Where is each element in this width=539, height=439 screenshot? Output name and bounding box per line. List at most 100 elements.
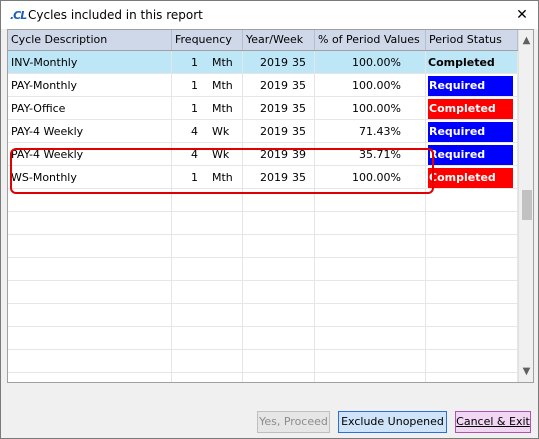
year-week-cell (243, 327, 315, 350)
header-cycle-description[interactable]: Cycle Description (8, 30, 172, 50)
year-value: 2019 (260, 171, 288, 184)
table-row[interactable]: WS-Monthly 1 Mth 2019 35 100.00% Completed (8, 166, 518, 189)
vertical-scrollbar[interactable]: ▲ ▼ (518, 30, 533, 382)
cycle-description-cell: PAY-4 Weekly (8, 120, 172, 143)
frequency-cell (172, 327, 243, 350)
week-value: 35 (292, 125, 306, 138)
year-week-cell (243, 189, 315, 212)
week-value: 35 (292, 79, 306, 92)
empty-row (8, 212, 518, 235)
empty-row (8, 350, 518, 373)
year-week-cell: 2019 35 (243, 74, 315, 97)
period-status-cell (426, 258, 518, 281)
cycle-description-cell (8, 258, 172, 281)
percent-cell: 71.43% (315, 120, 426, 143)
year-value: 2019 (260, 102, 288, 115)
cancel-exit-button[interactable]: Cancel & Exit (455, 411, 531, 433)
cycle-description-cell (8, 304, 172, 327)
period-status-cell (426, 350, 518, 373)
header-frequency[interactable]: Frequency (172, 30, 243, 50)
status-badge: Completed (428, 56, 495, 69)
empty-row (8, 281, 518, 304)
cycle-description: PAY-4 Weekly (11, 125, 84, 138)
frequency-count: 1 (191, 171, 198, 184)
table-row[interactable]: PAY-4 Weekly 4 Wk 2019 39 35.71% Required (8, 143, 518, 166)
cycle-description-cell (8, 189, 172, 212)
period-status-cell (426, 327, 518, 350)
frequency-cell (172, 258, 243, 281)
empty-row (8, 258, 518, 281)
period-status-cell (426, 281, 518, 304)
frequency-unit: Mth (212, 56, 233, 69)
frequency-cell (172, 373, 243, 382)
frequency-cell (172, 212, 243, 235)
scroll-up-icon[interactable]: ▲ (519, 32, 533, 49)
percent-cell (315, 304, 426, 327)
cycle-description-cell (8, 373, 172, 382)
frequency-cell (172, 304, 243, 327)
table-row[interactable]: PAY-Office 1 Mth 2019 35 100.00% Completed (8, 97, 518, 120)
cycle-description-cell: INV-Monthly (8, 51, 172, 74)
header-percent-period-values[interactable]: % of Period Values (315, 30, 426, 50)
frequency-count: 1 (191, 102, 198, 115)
year-value: 2019 (260, 125, 288, 138)
status-badge: Completed (428, 168, 513, 188)
cycle-description: PAY-Monthly (11, 79, 78, 92)
exclude-unopened-button[interactable]: Exclude Unopened (338, 411, 447, 433)
status-badge: Required (428, 122, 513, 142)
header-period-status[interactable]: Period Status (426, 30, 518, 50)
frequency-unit: Mth (212, 102, 233, 115)
close-icon[interactable]: ✕ (512, 5, 532, 25)
frequency-unit: Mth (212, 171, 233, 184)
frequency-unit: Wk (212, 125, 230, 138)
table-row[interactable]: PAY-4 Weekly 4 Wk 2019 35 71.43% Required (8, 120, 518, 143)
year-week-cell (243, 212, 315, 235)
table-row[interactable]: INV-Monthly 1 Mth 2019 35 100.00% Completed (8, 51, 518, 74)
dialog-window: .CL Cycles included in this report ✕ Cyc… (0, 0, 539, 439)
year-week-cell (243, 350, 315, 373)
scroll-down-icon[interactable]: ▼ (519, 363, 533, 380)
percent-value: 100.00% (352, 79, 401, 92)
frequency-cell (172, 350, 243, 373)
period-status-cell: Required (426, 120, 518, 143)
percent-cell (315, 235, 426, 258)
scroll-thumb[interactable] (522, 190, 532, 220)
week-value: 35 (292, 56, 306, 69)
app-logo-icon: .CL (10, 9, 27, 22)
period-status-cell: Completed (426, 97, 518, 120)
period-status-cell (426, 212, 518, 235)
cycle-description-cell: PAY-Office (8, 97, 172, 120)
percent-value: 100.00% (352, 56, 401, 69)
frequency-unit: Wk (212, 148, 230, 161)
empty-row (8, 235, 518, 258)
frequency-cell: 1 Mth (172, 51, 243, 74)
yes-proceed-button[interactable]: Yes, Proceed (257, 411, 330, 433)
period-status-cell: Completed (426, 51, 518, 74)
header-year-week[interactable]: Year/Week (243, 30, 315, 50)
cycles-grid: Cycle Description Frequency Year/Week % … (7, 29, 534, 383)
status-badge: Completed (428, 99, 513, 119)
window-title: Cycles included in this report (28, 8, 203, 22)
frequency-unit: Mth (212, 79, 233, 92)
cycle-description: PAY-Office (11, 102, 66, 115)
percent-cell: 100.00% (315, 74, 426, 97)
frequency-count: 1 (191, 56, 198, 69)
percent-cell (315, 281, 426, 304)
percent-value: 100.00% (352, 102, 401, 115)
year-week-cell (243, 258, 315, 281)
frequency-cell: 4 Wk (172, 143, 243, 166)
empty-row (8, 304, 518, 327)
percent-cell: 100.00% (315, 166, 426, 189)
status-badge: Required (428, 145, 513, 165)
percent-cell: 35.71% (315, 143, 426, 166)
frequency-cell: 1 Mth (172, 74, 243, 97)
cycle-description-cell (8, 327, 172, 350)
status-badge: Required (428, 76, 513, 96)
table-row[interactable]: PAY-Monthly 1 Mth 2019 35 100.00% Required (8, 74, 518, 97)
percent-cell (315, 258, 426, 281)
percent-cell: 100.00% (315, 97, 426, 120)
year-week-cell: 2019 35 (243, 51, 315, 74)
year-week-cell (243, 281, 315, 304)
percent-cell: 100.00% (315, 51, 426, 74)
period-status-cell (426, 373, 518, 382)
